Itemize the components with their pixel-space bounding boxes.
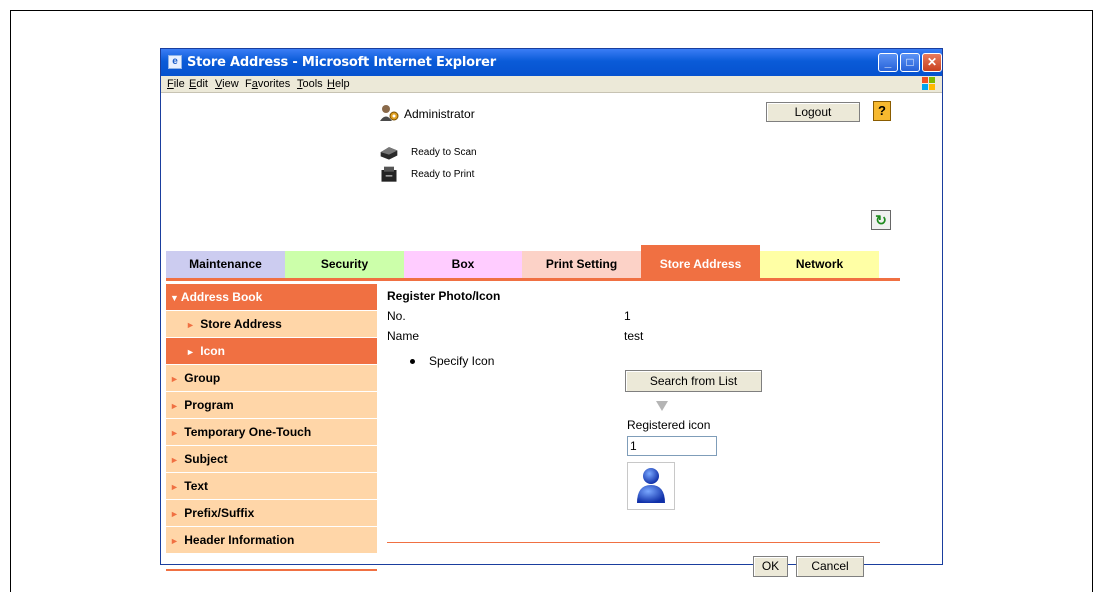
sidebar-item-store-address[interactable]: ► Store Address — [166, 311, 377, 338]
sidebar-item-subject[interactable]: ► Subject — [166, 446, 377, 473]
sidebar-item-group[interactable]: ► Group — [166, 365, 377, 392]
administrator-icon — [380, 105, 399, 121]
menu-view[interactable]: View — [215, 78, 239, 90]
page-content: Administrator Logout ? Ready to Scan Rea… — [161, 94, 942, 577]
registered-icon-preview — [627, 462, 675, 510]
main-tabs: Maintenance Security Box Print Setting S… — [166, 245, 900, 279]
ok-button[interactable]: OK — [753, 556, 788, 577]
caret-right-icon: ► — [170, 401, 179, 411]
no-value: 1 — [624, 309, 631, 323]
user-name: Administrator — [404, 107, 475, 121]
sidebar-item-program[interactable]: ► Program — [166, 392, 377, 419]
caret-right-icon: ► — [170, 482, 179, 492]
scan-status-label: Ready to Scan — [411, 147, 477, 158]
menu-edit[interactable]: Edit — [189, 78, 208, 90]
caret-right-icon: ► — [170, 455, 179, 465]
sidebar-item-prefix-suffix[interactable]: ► Prefix/Suffix — [166, 500, 377, 527]
caret-down-icon: ▼ — [170, 293, 179, 303]
print-status-label: Ready to Print — [411, 169, 475, 180]
no-label: No. — [387, 309, 406, 323]
tab-network[interactable]: Network — [760, 251, 879, 278]
registered-icon-label: Registered icon — [627, 418, 711, 432]
cancel-button[interactable]: Cancel — [796, 556, 864, 577]
caret-right-icon: ► — [170, 536, 179, 546]
window-title: Store Address - Microsoft Internet Explo… — [187, 55, 496, 70]
tab-maintenance[interactable]: Maintenance — [166, 251, 285, 278]
browser-window: e Store Address - Microsoft Internet Exp… — [160, 48, 943, 577]
name-label: Name — [387, 329, 420, 343]
sidebar-item-header-information[interactable]: ► Header Information — [166, 527, 377, 554]
tabs-underline — [166, 278, 900, 281]
menu-favorites[interactable]: Favorites — [245, 78, 290, 90]
sidebar-item-temporary-one-touch[interactable]: ► Temporary One-Touch — [166, 419, 377, 446]
person-icon — [637, 468, 665, 503]
tab-store-address[interactable]: Store Address — [641, 245, 760, 278]
menu-help[interactable]: Help — [327, 78, 350, 90]
caret-right-icon: ► — [170, 509, 179, 519]
help-button[interactable]: ? — [873, 101, 891, 121]
menu-bar: File Edit View Favorites Tools Help — [161, 76, 942, 93]
ie-logo-icon: e — [168, 55, 182, 69]
radio-selected-dot — [410, 359, 415, 364]
registered-icon-input[interactable]: 1 — [627, 436, 717, 456]
caret-right-icon: ► — [186, 320, 195, 330]
down-arrow-icon — [656, 401, 668, 411]
tab-security[interactable]: Security — [285, 251, 404, 278]
caret-right-icon: ► — [170, 428, 179, 438]
scanner-icon — [380, 147, 398, 160]
minimize-button[interactable]: _ — [878, 53, 898, 72]
windows-logo-icon — [922, 77, 936, 91]
refresh-icon[interactable]: ↻ — [871, 210, 891, 230]
maximize-button[interactable]: □ — [900, 53, 920, 72]
menu-tools[interactable]: Tools — [297, 78, 323, 90]
title-bar[interactable]: e Store Address - Microsoft Internet Exp… — [161, 49, 942, 76]
specify-icon-radio[interactable] — [407, 356, 419, 368]
name-value: test — [624, 329, 644, 343]
sidebar-item-text[interactable]: ► Text — [166, 473, 377, 500]
sidebar-divider — [166, 569, 377, 571]
logout-button[interactable]: Logout — [766, 102, 860, 122]
printer-icon — [381, 166, 397, 182]
form-divider — [387, 542, 880, 543]
specify-icon-label: Specify Icon — [429, 354, 495, 368]
caret-right-icon: ► — [186, 347, 195, 357]
sidebar-item-address-book[interactable]: ▼ Address Book — [166, 284, 377, 311]
search-from-list-button[interactable]: Search from List — [625, 370, 762, 392]
close-button[interactable]: ✕ — [922, 53, 942, 72]
tab-print-setting[interactable]: Print Setting — [522, 251, 641, 278]
menu-file[interactable]: File — [167, 78, 185, 90]
tab-box[interactable]: Box — [404, 251, 522, 278]
sidebar-item-icon[interactable]: ► Icon — [166, 338, 377, 365]
page-title: Register Photo/Icon — [387, 289, 501, 303]
caret-right-icon: ► — [170, 374, 179, 384]
